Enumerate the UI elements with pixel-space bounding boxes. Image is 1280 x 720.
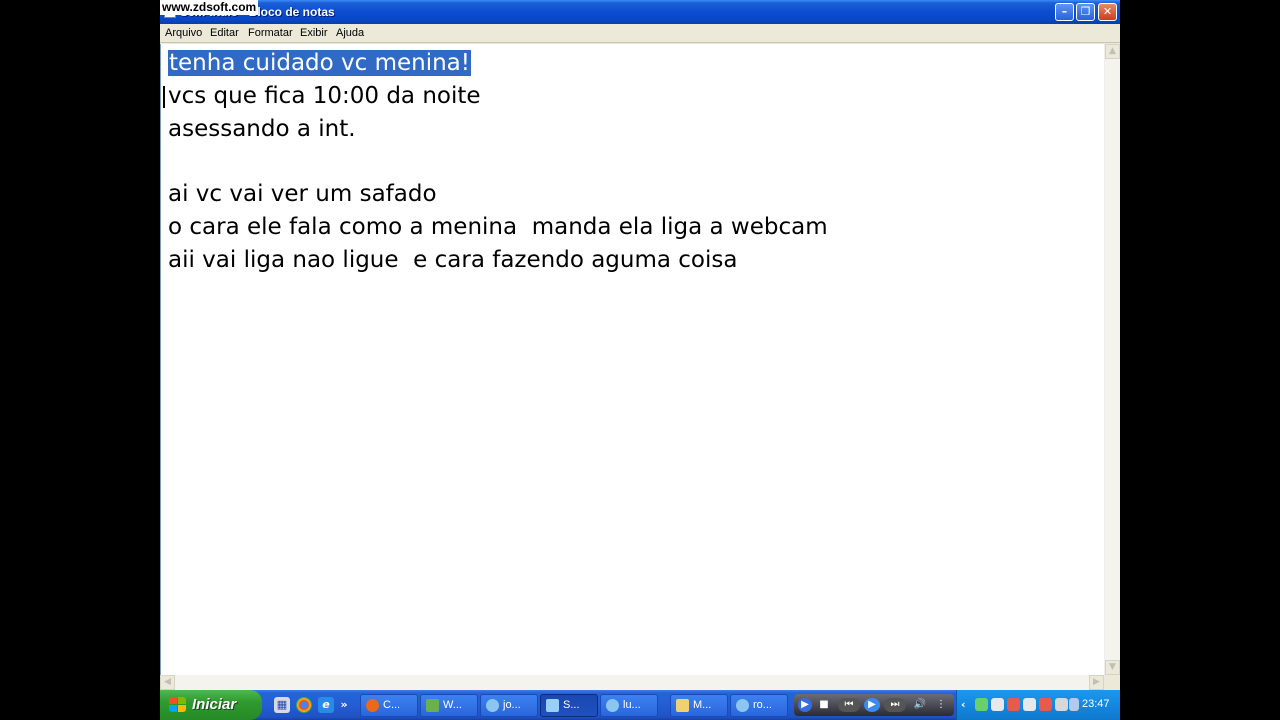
media-mode-icon[interactable]: ▶ [798, 698, 812, 712]
menu-editar[interactable]: Editar [210, 27, 239, 39]
close-button[interactable]: ✕ [1098, 3, 1117, 21]
windows-flag-icon [169, 697, 186, 713]
watermark: www.zdsoft.com [160, 0, 259, 15]
chrome-icon[interactable] [296, 697, 312, 713]
stop-icon[interactable]: ■ [818, 698, 830, 712]
overflow-chevron-icon[interactable]: » [340, 697, 348, 713]
play-icon[interactable]: ▶ [864, 698, 880, 712]
scroll-right-arrow-icon[interactable]: ▶ [1089, 675, 1104, 690]
menu-formatar[interactable]: Formatar [248, 27, 293, 39]
task-button[interactable]: C... [360, 694, 418, 717]
volume-tray-icon[interactable] [1055, 698, 1068, 711]
text-line[interactable]: ai vc vai ver um safado [168, 179, 437, 209]
start-label: Iniciar [192, 696, 237, 713]
media-menu-icon[interactable]: ⋮ [934, 698, 948, 712]
network-disconnected-icon[interactable] [1007, 698, 1020, 711]
next-icon[interactable]: ⏭ [884, 698, 906, 712]
task-button[interactable]: ro... [730, 694, 788, 717]
text-line[interactable]: aii vai liga nao ligue e cara fazendo ag… [168, 245, 737, 275]
maximize-button[interactable]: ❐ [1076, 3, 1095, 21]
network-disconnected-icon[interactable] [1039, 698, 1052, 711]
tray-expand-icon[interactable]: ‹ [961, 698, 974, 711]
network-icon[interactable] [1023, 698, 1036, 711]
text-cursor [163, 86, 165, 108]
safely-remove-icon[interactable] [1069, 698, 1079, 711]
menu-arquivo[interactable]: Arquivo [165, 27, 202, 39]
title-bar[interactable]: Sem título - Bloco de notas – ❐ ✕ [160, 0, 1120, 24]
system-tray: ‹ 23:47 [956, 690, 1120, 720]
folder-icon [676, 699, 689, 712]
photo-icon [426, 699, 439, 712]
messenger-icon [606, 699, 619, 712]
internet-explorer-icon[interactable]: e [318, 697, 334, 713]
task-button[interactable]: lu... [600, 694, 658, 717]
scroll-left-arrow-icon[interactable]: ◀ [160, 675, 175, 690]
task-button[interactable]: M... [670, 694, 728, 717]
firefox-icon [366, 699, 379, 712]
scroll-down-arrow-icon[interactable]: ▼ [1105, 660, 1120, 675]
vertical-scrollbar[interactable]: ▲ ▼ [1104, 44, 1120, 675]
previous-icon[interactable]: ⏮ [838, 698, 860, 712]
horizontal-scrollbar[interactable]: ◀ ▶ [160, 675, 1104, 690]
minimize-button[interactable]: – [1055, 3, 1074, 21]
media-player-toolbar[interactable]: ▶ ■ ⏮ ▶ ⏭ 🔊 ⋮ [794, 694, 954, 716]
show-desktop-icon[interactable]: ▦ [274, 697, 290, 713]
text-line[interactable]: asessando a int. [168, 114, 356, 144]
task-button[interactable]: W... [420, 694, 478, 717]
desktop: Sem título - Bloco de notas – ❐ ✕ www.zd… [160, 0, 1120, 720]
messenger-tray-icon[interactable] [975, 698, 988, 711]
menu-ajuda[interactable]: Ajuda [336, 27, 364, 39]
menu-exibir[interactable]: Exibir [300, 27, 328, 39]
messenger-icon [736, 699, 749, 712]
start-button[interactable]: Iniciar [160, 690, 262, 720]
text-line[interactable]: vcs que fica 10:00 da noite [168, 81, 481, 111]
volume-icon[interactable]: 🔊 [910, 698, 930, 712]
task-button[interactable]: jo... [480, 694, 538, 717]
messenger-icon [486, 699, 499, 712]
notepad-icon [546, 699, 559, 712]
menu-bar: Arquivo Editar Formatar Exibir Ajuda [160, 24, 1120, 43]
network-icon[interactable] [991, 698, 1004, 711]
taskbar: Iniciar ▦ e » C... W... jo... S... lu...… [160, 690, 1120, 720]
selected-text-line[interactable]: tenha cuidado vc menina! [168, 50, 471, 76]
text-line[interactable]: o cara ele fala como a menina manda ela … [168, 212, 828, 242]
clock[interactable]: 23:47 [1082, 698, 1110, 710]
text-editor[interactable]: tenha cuidado vc menina! vcs que fica 10… [160, 44, 1104, 675]
task-button-active[interactable]: S... [540, 694, 598, 717]
resize-grip[interactable] [1104, 675, 1120, 690]
scroll-up-arrow-icon[interactable]: ▲ [1105, 44, 1120, 59]
